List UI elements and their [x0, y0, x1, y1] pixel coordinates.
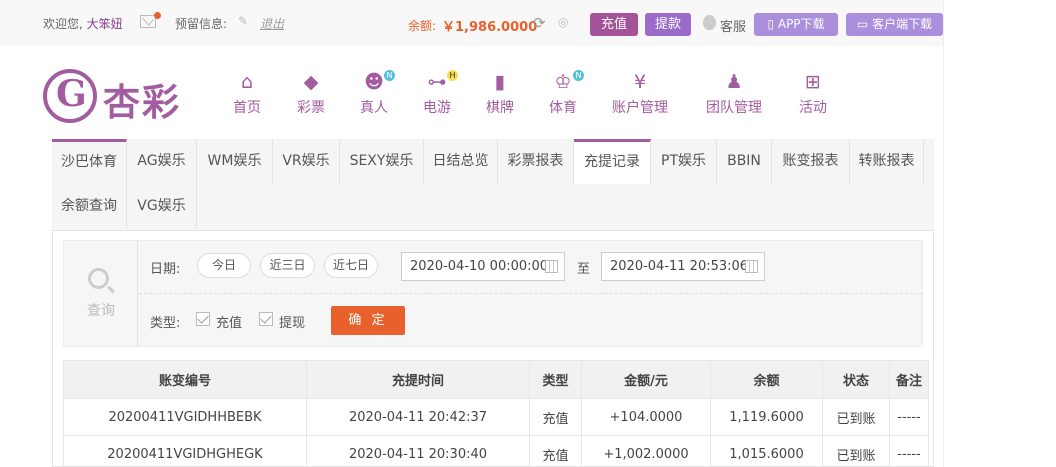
nav-account[interactable]: ¥ 账户管理 [612, 70, 668, 117]
page-edge [943, 0, 944, 467]
welcome-text: 欢迎您, 大笨妞 [43, 17, 123, 31]
hide-balance-icon[interactable]: ◎ [558, 15, 568, 29]
nav-home[interactable]: ⌂ 首页 [233, 70, 261, 117]
gift-icon: ⊞ [805, 71, 821, 93]
phone-icon: ▯ [767, 17, 778, 31]
tab-sexy[interactable]: SEXY娱乐 [340, 139, 424, 184]
tab-pt[interactable]: PT娱乐 [651, 139, 717, 184]
table-header-row: 账变编号 充提时间 类型 金额/元 余额 状态 备注 [63, 360, 929, 399]
username[interactable]: 大笨妞 [87, 17, 123, 31]
monitor-icon: ▭ [856, 17, 873, 31]
new-badge: N [384, 70, 395, 81]
status-badge: 已到账 [822, 398, 890, 436]
withdraw-checkbox[interactable] [259, 312, 273, 326]
recharge-type-label: 充值 [216, 316, 243, 331]
trophy-icon: ♔ N [549, 70, 584, 95]
recharge-checkbox[interactable] [196, 312, 210, 326]
last-seven-days-button[interactable]: 近七日 [324, 253, 378, 278]
live-dealer-icon: ☻ N [360, 70, 395, 95]
logo-icon[interactable] [43, 69, 97, 123]
records-table: 账变编号 充提时间 类型 金额/元 余额 状态 备注 20200411VGIDH… [63, 360, 929, 467]
top-bar: 欢迎您, 大笨妞 预留信息: ✎ 退出 余额: ￥1,986.0000 ⟳ ◎ … [0, 0, 943, 46]
tab-bbin[interactable]: BBIN [717, 139, 772, 184]
search-icon [88, 268, 109, 289]
app-download-button[interactable]: ▯ APP下载 [754, 13, 838, 36]
tab-shaba-sports[interactable]: 沙巴体育 [52, 139, 127, 184]
reserved-info-label: 预留信息: [175, 17, 228, 31]
recharge-button[interactable]: 充值 [590, 13, 638, 36]
nav-team[interactable]: ♟ 团队管理 [706, 70, 762, 117]
unread-dot [154, 12, 161, 19]
new-badge: N [573, 70, 584, 81]
col-balance: 余额 [710, 360, 823, 399]
date-label: 日期: [150, 262, 181, 277]
withdraw-type-label: 提现 [279, 316, 306, 331]
balance-value: ￥1,986.0000 [442, 20, 538, 35]
logout-link[interactable]: 退出 [260, 15, 284, 32]
nav-egame[interactable]: ⊶ H 电游 [423, 70, 458, 117]
balance-label: 余额: [408, 19, 437, 33]
client-download-button[interactable]: ▭ 客户端下载 [846, 13, 943, 36]
to-label: 至 [577, 262, 591, 277]
tab-vg[interactable]: VG娱乐 [127, 184, 197, 229]
edit-icon[interactable]: ✎ [238, 14, 248, 28]
tab-ag[interactable]: AG娱乐 [127, 139, 197, 184]
nav-lottery[interactable]: ◆ 彩票 [297, 70, 325, 117]
yen-coin-icon: ¥ [633, 71, 647, 93]
nav-live[interactable]: ☻ N 真人 [360, 70, 395, 117]
filter-divider [139, 293, 923, 294]
table-row: 20200411VGIDHGHEGK 2020-04-11 20:30:40 充… [63, 435, 929, 467]
tab-transfer-report[interactable]: 转账报表 [850, 139, 924, 184]
calendar-icon[interactable] [545, 260, 558, 273]
col-status: 状态 [822, 360, 890, 399]
calendar-icon[interactable] [745, 260, 758, 273]
today-button[interactable]: 今日 [197, 253, 251, 278]
end-date-input[interactable]: 2020-04-11 20:53:06 [601, 252, 765, 281]
gamepad-icon: ⊶ H [423, 70, 458, 95]
lottery-ticket-icon: ◆ [303, 71, 319, 93]
col-type: 类型 [529, 360, 582, 399]
tab-vr[interactable]: VR娱乐 [273, 139, 340, 184]
tab-balance-query[interactable]: 余额查询 [52, 184, 127, 229]
type-label: 类型: [150, 316, 181, 331]
refresh-icon[interactable]: ⟳ [533, 14, 546, 32]
table-row: 20200411VGIDHHBEBK 2020-04-11 20:42:37 充… [63, 398, 929, 436]
query-side [63, 240, 138, 347]
status-badge: 已到账 [822, 435, 890, 467]
hot-badge: H [447, 70, 458, 81]
customer-service-link[interactable]: 客服 [720, 16, 746, 35]
nav-sports[interactable]: ♔ N 体育 [549, 70, 584, 117]
withdraw-button[interactable]: 提款 [645, 13, 691, 36]
home-icon: ⌂ [240, 71, 254, 93]
team-icon: ♟ [725, 71, 743, 93]
query-label: 查询 [87, 303, 115, 319]
tab-daily-overview[interactable]: 日结总览 [424, 139, 498, 184]
cards-icon: ▮ [494, 71, 506, 93]
tab-wm[interactable]: WM娱乐 [197, 139, 273, 184]
col-amount: 金额/元 [581, 360, 711, 399]
start-date-input[interactable]: 2020-04-10 00:00:00 [401, 252, 565, 281]
tab-account-change-report[interactable]: 账变报表 [772, 139, 850, 184]
confirm-button[interactable]: 确 定 [331, 306, 405, 335]
tab-lottery-report[interactable]: 彩票报表 [498, 139, 574, 184]
col-note: 备注 [889, 360, 929, 399]
report-tabs: 沙巴体育 AG娱乐 WM娱乐 VR娱乐 SEXY娱乐 日结总览 彩票报表 充提记… [52, 139, 934, 231]
nav-activity[interactable]: ⊞ 活动 [799, 70, 827, 117]
nav-chess[interactable]: ▮ 棋牌 [486, 70, 514, 117]
col-transaction-id: 账变编号 [63, 360, 307, 399]
logo-text[interactable]: 杏彩 [103, 72, 181, 126]
last-three-days-button[interactable]: 近三日 [260, 253, 315, 278]
col-time: 充提时间 [306, 360, 530, 399]
tab-deposit-withdraw-records[interactable]: 充提记录 [574, 139, 651, 184]
customer-service-icon[interactable] [703, 15, 716, 30]
